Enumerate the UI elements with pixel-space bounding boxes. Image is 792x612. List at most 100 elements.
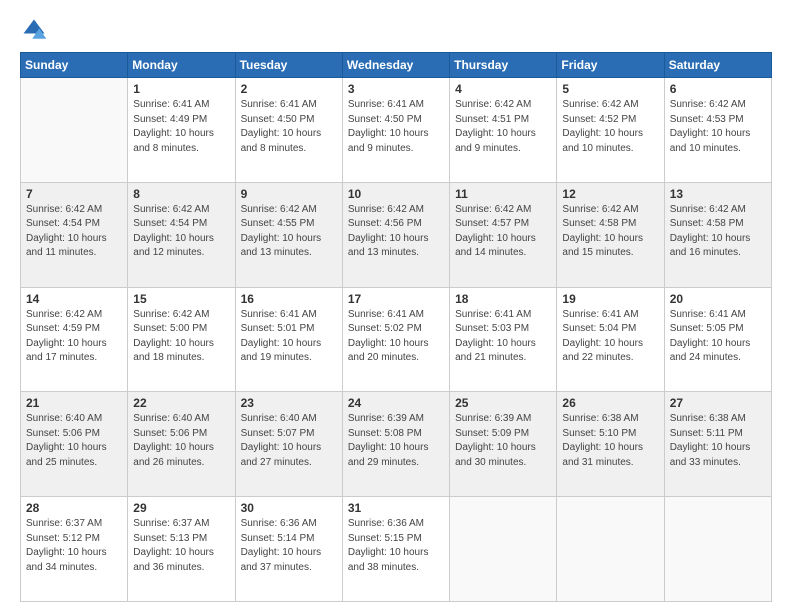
calendar-cell: 22 Sunrise: 6:40 AMSunset: 5:06 PMDayligh… (128, 392, 235, 497)
calendar-cell: 4 Sunrise: 6:42 AMSunset: 4:51 PMDaylight… (450, 78, 557, 183)
day-number: 10 (348, 187, 444, 201)
day-info: Sunrise: 6:42 AMSunset: 4:58 PMDaylight:… (670, 203, 766, 261)
day-info: Sunrise: 6:41 AMSunset: 5:02 PMDaylight:… (348, 308, 444, 366)
calendar-cell: 27 Sunrise: 6:38 AMSunset: 5:11 PMDayligh… (664, 392, 771, 497)
day-number: 3 (348, 82, 444, 96)
day-info: Sunrise: 6:41 AMSunset: 4:50 PMDaylight:… (348, 98, 444, 156)
day-info: Sunrise: 6:42 AMSunset: 4:54 PMDaylight:… (133, 203, 229, 261)
weekday-header-thursday: Thursday (450, 53, 557, 78)
day-number: 8 (133, 187, 229, 201)
calendar-cell: 3 Sunrise: 6:41 AMSunset: 4:50 PMDaylight… (342, 78, 449, 183)
day-number: 24 (348, 396, 444, 410)
day-number: 31 (348, 501, 444, 515)
calendar-cell: 18 Sunrise: 6:41 AMSunset: 5:03 PMDayligh… (450, 287, 557, 392)
day-info: Sunrise: 6:42 AMSunset: 4:56 PMDaylight:… (348, 203, 444, 261)
day-number: 11 (455, 187, 551, 201)
day-number: 19 (562, 292, 658, 306)
calendar-cell: 6 Sunrise: 6:42 AMSunset: 4:53 PMDaylight… (664, 78, 771, 183)
day-number: 14 (26, 292, 122, 306)
calendar-cell: 9Sunrise: 6:42 AMSunset: 4:55 PMDaylight… (235, 182, 342, 287)
day-info: Sunrise: 6:42 AMSunset: 4:53 PMDaylight:… (670, 98, 766, 156)
day-number: 18 (455, 292, 551, 306)
header (20, 16, 772, 44)
day-info: Sunrise: 6:42 AMSunset: 4:55 PMDaylight:… (241, 203, 337, 261)
calendar-cell: 29 Sunrise: 6:37 AMSunset: 5:13 PMDayligh… (128, 497, 235, 602)
week-row-5: 28Sunrise: 6:37 AMSunset: 5:12 PMDayligh… (21, 497, 772, 602)
weekday-header-saturday: Saturday (664, 53, 771, 78)
day-info: Sunrise: 6:42 AMSunset: 5:00 PMDaylight:… (133, 308, 229, 366)
calendar-cell: 20 Sunrise: 6:41 AMSunset: 5:05 PMDayligh… (664, 287, 771, 392)
day-info: Sunrise: 6:40 AMSunset: 5:06 PMDaylight:… (26, 412, 122, 470)
calendar-cell: 17 Sunrise: 6:41 AMSunset: 5:02 PMDayligh… (342, 287, 449, 392)
calendar-cell (21, 78, 128, 183)
day-info: Sunrise: 6:42 AMSunset: 4:51 PMDaylight:… (455, 98, 551, 156)
day-number: 15 (133, 292, 229, 306)
calendar-cell: 8 Sunrise: 6:42 AMSunset: 4:54 PMDaylight… (128, 182, 235, 287)
calendar-cell (557, 497, 664, 602)
day-number: 30 (241, 501, 337, 515)
calendar-cell: 23 Sunrise: 6:40 AMSunset: 5:07 PMDayligh… (235, 392, 342, 497)
calendar-cell: 14 Sunrise: 6:42 AMSunset: 4:59 PMDayligh… (21, 287, 128, 392)
calendar-cell: 7 Sunrise: 6:42 AMSunset: 4:54 PMDaylight… (21, 182, 128, 287)
day-number: 1 (133, 82, 229, 96)
day-number: 27 (670, 396, 766, 410)
day-number: 29 (133, 501, 229, 515)
day-info: Sunrise: 6:42 AMSunset: 4:54 PMDaylight:… (26, 203, 122, 261)
day-number: 17 (348, 292, 444, 306)
calendar-cell: 1 Sunrise: 6:41 AMSunset: 4:49 PMDaylight… (128, 78, 235, 183)
day-info: Sunrise: 6:37 AMSunset: 5:13 PMDaylight:… (133, 517, 229, 575)
day-number: 23 (241, 396, 337, 410)
day-number: 22 (133, 396, 229, 410)
day-info: Sunrise: 6:36 AMSunset: 5:14 PMDaylight:… (241, 517, 337, 575)
day-info: Sunrise: 6:42 AMSunset: 4:52 PMDaylight:… (562, 98, 658, 156)
week-row-2: 7 Sunrise: 6:42 AMSunset: 4:54 PMDaylight… (21, 182, 772, 287)
day-info: Sunrise: 6:41 AMSunset: 5:03 PMDaylight:… (455, 308, 551, 366)
day-number: 13 (670, 187, 766, 201)
day-number: 2 (241, 82, 337, 96)
calendar-cell: 26Sunrise: 6:38 AMSunset: 5:10 PMDayligh… (557, 392, 664, 497)
weekday-header-friday: Friday (557, 53, 664, 78)
weekday-header-sunday: Sunday (21, 53, 128, 78)
week-row-4: 21 Sunrise: 6:40 AMSunset: 5:06 PMDayligh… (21, 392, 772, 497)
day-info: Sunrise: 6:40 AMSunset: 5:07 PMDaylight:… (241, 412, 337, 470)
logo-icon (20, 16, 48, 44)
calendar-cell: 12 Sunrise: 6:42 AMSunset: 4:58 PMDayligh… (557, 182, 664, 287)
calendar-cell (664, 497, 771, 602)
calendar-cell: 5 Sunrise: 6:42 AMSunset: 4:52 PMDaylight… (557, 78, 664, 183)
day-number: 21 (26, 396, 122, 410)
logo (20, 16, 52, 44)
day-info: Sunrise: 6:42 AMSunset: 4:58 PMDaylight:… (562, 203, 658, 261)
calendar-cell: 2Sunrise: 6:41 AMSunset: 4:50 PMDaylight… (235, 78, 342, 183)
calendar-cell: 31 Sunrise: 6:36 AMSunset: 5:15 PMDayligh… (342, 497, 449, 602)
day-info: Sunrise: 6:41 AMSunset: 5:05 PMDaylight:… (670, 308, 766, 366)
day-info: Sunrise: 6:42 AMSunset: 4:57 PMDaylight:… (455, 203, 551, 261)
day-info: Sunrise: 6:38 AMSunset: 5:11 PMDaylight:… (670, 412, 766, 470)
day-number: 26 (562, 396, 658, 410)
calendar-cell: 16Sunrise: 6:41 AMSunset: 5:01 PMDayligh… (235, 287, 342, 392)
day-number: 28 (26, 501, 122, 515)
calendar-cell: 21 Sunrise: 6:40 AMSunset: 5:06 PMDayligh… (21, 392, 128, 497)
calendar-cell: 10 Sunrise: 6:42 AMSunset: 4:56 PMDayligh… (342, 182, 449, 287)
day-number: 20 (670, 292, 766, 306)
day-number: 7 (26, 187, 122, 201)
calendar-cell: 19 Sunrise: 6:41 AMSunset: 5:04 PMDayligh… (557, 287, 664, 392)
day-number: 4 (455, 82, 551, 96)
day-info: Sunrise: 6:41 AMSunset: 4:49 PMDaylight:… (133, 98, 229, 156)
day-number: 5 (562, 82, 658, 96)
calendar-cell (450, 497, 557, 602)
day-info: Sunrise: 6:40 AMSunset: 5:06 PMDaylight:… (133, 412, 229, 470)
day-info: Sunrise: 6:39 AMSunset: 5:08 PMDaylight:… (348, 412, 444, 470)
day-number: 12 (562, 187, 658, 201)
day-info: Sunrise: 6:39 AMSunset: 5:09 PMDaylight:… (455, 412, 551, 470)
weekday-header-monday: Monday (128, 53, 235, 78)
day-info: Sunrise: 6:41 AMSunset: 5:04 PMDaylight:… (562, 308, 658, 366)
calendar-cell: 11 Sunrise: 6:42 AMSunset: 4:57 PMDayligh… (450, 182, 557, 287)
day-number: 16 (241, 292, 337, 306)
weekday-header-tuesday: Tuesday (235, 53, 342, 78)
day-number: 6 (670, 82, 766, 96)
weekday-header-wednesday: Wednesday (342, 53, 449, 78)
day-info: Sunrise: 6:42 AMSunset: 4:59 PMDaylight:… (26, 308, 122, 366)
calendar-cell: 25 Sunrise: 6:39 AMSunset: 5:09 PMDayligh… (450, 392, 557, 497)
day-number: 25 (455, 396, 551, 410)
day-info: Sunrise: 6:36 AMSunset: 5:15 PMDaylight:… (348, 517, 444, 575)
